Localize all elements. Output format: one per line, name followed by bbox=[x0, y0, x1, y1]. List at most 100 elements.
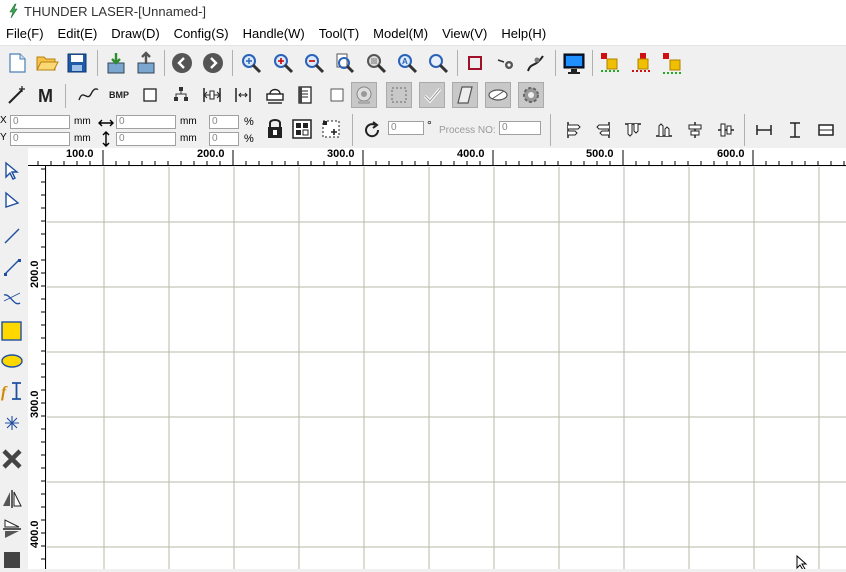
h-distribute-button[interactable] bbox=[199, 82, 225, 108]
fit-width-button[interactable] bbox=[230, 82, 256, 108]
menu-file[interactable]: File(F) bbox=[0, 26, 50, 41]
rectangle-tool[interactable] bbox=[0, 318, 24, 344]
x-position-input[interactable]: 0 bbox=[10, 115, 70, 129]
drawing-canvas[interactable] bbox=[47, 167, 846, 569]
search-zoom-button[interactable] bbox=[425, 50, 451, 76]
same-size-button[interactable] bbox=[813, 117, 839, 143]
check-button[interactable] bbox=[419, 82, 445, 108]
lock-ratio-button[interactable] bbox=[262, 116, 288, 142]
align-bottom-button[interactable] bbox=[651, 117, 677, 143]
ruler-label-200: 200.0 bbox=[197, 148, 225, 160]
bezier-tool[interactable] bbox=[0, 286, 24, 312]
print-button[interactable] bbox=[262, 82, 288, 108]
save-button[interactable] bbox=[64, 50, 90, 76]
array-button[interactable] bbox=[289, 116, 315, 142]
zoom-window-button[interactable] bbox=[238, 50, 264, 76]
zoom-out-button[interactable] bbox=[301, 50, 327, 76]
ruler-label-600: 600.0 bbox=[717, 148, 745, 160]
width-percent-input[interactable]: 0 bbox=[209, 115, 239, 129]
layer-button[interactable] bbox=[292, 82, 318, 108]
horizontal-ruler: 100.0 200.0 300.0 400.0 500.0 600.0 bbox=[28, 148, 846, 166]
select-tool[interactable] bbox=[0, 158, 24, 184]
menu-view[interactable]: View(V) bbox=[436, 26, 493, 41]
laser-run-button[interactable] bbox=[660, 50, 686, 76]
node-select-tool[interactable] bbox=[0, 188, 24, 214]
zoom-all-button[interactable] bbox=[363, 50, 389, 76]
node-edit-button[interactable] bbox=[493, 50, 519, 76]
menu-tool[interactable]: Tool(T) bbox=[313, 26, 365, 41]
checkbox-toggle[interactable] bbox=[324, 82, 350, 108]
node-tree-icon bbox=[174, 87, 188, 101]
mirror-horizontal-icon bbox=[3, 490, 22, 508]
menu-config[interactable]: Config(S) bbox=[168, 26, 235, 41]
toolbar-separator bbox=[550, 114, 551, 146]
menu-handle[interactable]: Handle(W) bbox=[237, 26, 311, 41]
line-tool[interactable] bbox=[0, 223, 24, 249]
align-right-button[interactable] bbox=[590, 117, 616, 143]
menu-model[interactable]: Model(M) bbox=[367, 26, 434, 41]
rectangle-icon bbox=[143, 88, 157, 102]
menu-help[interactable]: Help(H) bbox=[495, 26, 552, 41]
rectangle-button[interactable] bbox=[137, 82, 163, 108]
position-anchor-button[interactable] bbox=[318, 116, 344, 142]
open-file-button[interactable] bbox=[34, 50, 60, 76]
magic-line-button[interactable] bbox=[4, 82, 30, 108]
pen-tool-button[interactable] bbox=[523, 50, 549, 76]
eraser-icon bbox=[457, 86, 473, 104]
degree-symbol: ° bbox=[427, 118, 432, 132]
menu-edit[interactable]: Edit(E) bbox=[52, 26, 104, 41]
align-center-h-button[interactable] bbox=[682, 117, 708, 143]
laser-frame-button[interactable] bbox=[629, 50, 655, 76]
zoom-window-icon bbox=[242, 54, 262, 74]
zoom-select-button[interactable]: A bbox=[394, 50, 420, 76]
export-button[interactable] bbox=[133, 50, 159, 76]
mirror-vertical-tool[interactable] bbox=[0, 516, 24, 542]
same-width-button[interactable] bbox=[751, 117, 777, 143]
undo-button[interactable] bbox=[169, 50, 195, 76]
ellipse-tool[interactable] bbox=[0, 348, 24, 374]
laser-start-button[interactable] bbox=[598, 50, 624, 76]
preview-button[interactable] bbox=[485, 82, 511, 108]
curve-button[interactable] bbox=[75, 82, 101, 108]
star-tool[interactable] bbox=[0, 410, 24, 436]
align-top-button[interactable] bbox=[620, 117, 646, 143]
svg-text:M: M bbox=[38, 86, 53, 106]
y-position-input[interactable]: 0 bbox=[10, 132, 70, 146]
app-logo-icon bbox=[9, 3, 18, 19]
rotate-angle-input[interactable]: 0 bbox=[388, 121, 424, 135]
mark-button[interactable]: M bbox=[34, 82, 60, 108]
align-left-button[interactable] bbox=[561, 117, 587, 143]
layer-tool[interactable] bbox=[0, 546, 24, 572]
camera-button[interactable] bbox=[351, 82, 377, 108]
menu-draw[interactable]: Draw(D) bbox=[105, 26, 165, 41]
mirror-horizontal-tool[interactable] bbox=[0, 486, 24, 512]
window-title: THUNDER LASER-[Unnamed-] bbox=[24, 3, 207, 19]
redo-button[interactable] bbox=[200, 50, 226, 76]
group-button[interactable] bbox=[168, 82, 194, 108]
height-percent-input[interactable]: 0 bbox=[209, 132, 239, 146]
polyline-tool[interactable] bbox=[0, 254, 24, 280]
align-center-v-button[interactable] bbox=[713, 117, 739, 143]
import-button[interactable] bbox=[103, 50, 129, 76]
redo-arrow-icon bbox=[203, 53, 223, 73]
delete-tool[interactable] bbox=[0, 446, 24, 472]
device-button[interactable] bbox=[561, 50, 587, 76]
eraser-button[interactable] bbox=[452, 82, 478, 108]
width-input[interactable]: 0 bbox=[116, 115, 176, 129]
zoom-page-button[interactable] bbox=[331, 50, 357, 76]
camera-icon bbox=[356, 86, 372, 104]
text-tool[interactable]: f bbox=[0, 378, 24, 404]
red-frame-icon bbox=[468, 56, 482, 70]
frame-preview-button[interactable] bbox=[462, 50, 488, 76]
zoom-in-button[interactable] bbox=[270, 50, 296, 76]
process-no-input[interactable]: 0 bbox=[499, 121, 541, 135]
settings-button[interactable] bbox=[518, 82, 544, 108]
height-input[interactable]: 0 bbox=[116, 132, 176, 146]
bmp-button[interactable]: BMP bbox=[106, 82, 132, 108]
y-axis-label: Y bbox=[0, 132, 7, 143]
select-frame-button[interactable] bbox=[386, 82, 412, 108]
bmp-label: BMP bbox=[109, 90, 129, 100]
new-file-button[interactable] bbox=[4, 50, 30, 76]
same-height-button[interactable] bbox=[782, 117, 808, 143]
height-unit-label: mm bbox=[180, 133, 197, 144]
